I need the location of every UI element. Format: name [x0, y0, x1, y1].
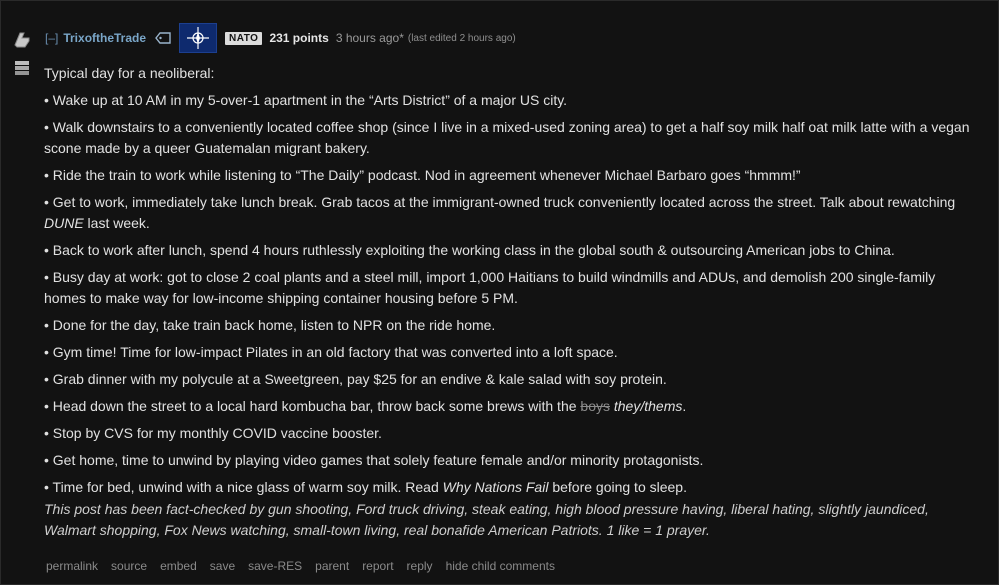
upvote-icon[interactable] — [11, 29, 33, 51]
reply-button[interactable]: reply — [407, 559, 433, 573]
source-button[interactable]: source — [111, 559, 147, 573]
fact-check-note: This post has been fact-checked by gun s… — [44, 501, 929, 538]
list-item: • Get home, time to unwind by playing vi… — [44, 452, 704, 468]
comment-header: [–] TrixoftheTrade NATO 231 points 3 hou… — [45, 23, 516, 53]
list-item: • Get to work, immediately take lunch br… — [44, 192, 974, 234]
list-item-text: . — [682, 398, 687, 414]
comment-actions: permalink source embed save save-RES par… — [46, 559, 568, 573]
list-item: • Walk downstairs to a conveniently loca… — [44, 119, 970, 156]
downvote-icon[interactable] — [11, 57, 33, 79]
list-item-text: • Get to work, immediately take lunch br… — [44, 194, 956, 210]
list-item-text: before going to sleep. — [548, 479, 687, 495]
save-button[interactable]: save — [210, 559, 235, 573]
parent-button[interactable]: parent — [315, 559, 349, 573]
list-item: • Time for bed, unwind with a nice glass… — [44, 477, 974, 498]
score: 231 points — [269, 31, 329, 45]
nato-flag-icon — [179, 23, 218, 53]
list-item: • Wake up at 10 AM in my 5-over-1 apartm… — [44, 92, 568, 108]
collapse-toggle[interactable]: [–] — [45, 31, 58, 45]
report-button[interactable]: report — [362, 559, 393, 573]
italic-text: they/thems — [613, 398, 683, 414]
edited-note: (last edited 2 hours ago) — [407, 32, 516, 44]
list-item-text: • Head down the street to a local hard k… — [44, 398, 581, 414]
list-item-text: • Time for bed, unwind with a nice glass… — [44, 479, 443, 495]
vote-column — [11, 29, 37, 85]
list-item: • Head down the street to a local hard k… — [44, 396, 974, 417]
list-item: • Back to work after lunch, spend 4 hour… — [44, 242, 895, 258]
list-item: • Gym time! Time for low-impact Pilates … — [44, 344, 618, 360]
user-tag-icon[interactable] — [155, 32, 171, 44]
save-res-button[interactable]: save-RES — [248, 559, 302, 573]
author-link[interactable]: TrixoftheTrade — [63, 31, 146, 45]
italic-title: Why Nations Fail — [442, 479, 549, 495]
hide-children-button[interactable]: hide child comments — [446, 559, 555, 573]
list-item: • Done for the day, take train back home… — [44, 317, 496, 333]
embed-button[interactable]: embed — [160, 559, 197, 573]
list-item-text: last week. — [83, 215, 150, 231]
list-item: • Busy day at work: got to close 2 coal … — [44, 269, 936, 306]
timestamp[interactable]: 3 hours ago* — [336, 31, 404, 45]
list-item: • Ride the train to work while listening… — [44, 167, 801, 183]
permalink-button[interactable]: permalink — [46, 559, 98, 573]
intro-line: Typical day for a neoliberal: — [44, 65, 215, 81]
user-flair: NATO — [225, 31, 263, 45]
list-item: • Stop by CVS for my monthly COVID vacci… — [44, 425, 382, 441]
comment-container: [–] TrixoftheTrade NATO 231 points 3 hou… — [0, 0, 999, 585]
comment-body: Typical day for a neoliberal: • Wake up … — [44, 63, 974, 547]
italic-title: DUNE — [44, 215, 84, 231]
list-item: • Grab dinner with my polycule at a Swee… — [44, 371, 667, 387]
strikethrough-text: boys — [580, 398, 610, 414]
